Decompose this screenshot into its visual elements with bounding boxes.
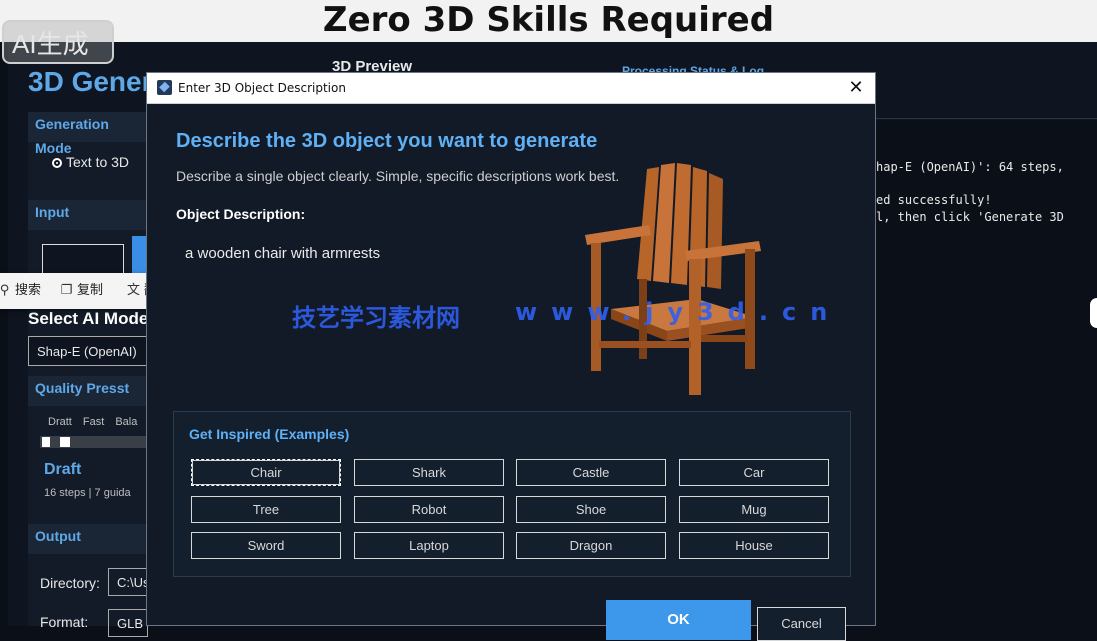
format-label: Format: xyxy=(40,614,89,630)
input-header: Input xyxy=(28,200,148,230)
dialog-heading: Describe the 3D object you want to gener… xyxy=(176,130,598,152)
example-laptop-button[interactable]: Laptop xyxy=(354,532,504,559)
object-description-label: Object Description: xyxy=(176,206,306,222)
app-title: 3D Gener xyxy=(28,66,153,97)
wooden-chair-image xyxy=(585,163,761,395)
example-sword-button[interactable]: Sword xyxy=(191,532,341,559)
example-house-button[interactable]: House xyxy=(679,532,829,559)
quality-header: Quality Presst xyxy=(28,376,148,406)
dialog-title: Enter 3D Object Description xyxy=(178,81,346,95)
examples-panel: Get Inspired (Examples) Chair Shark Cast… xyxy=(173,411,851,577)
format-select[interactable]: GLB ( xyxy=(108,609,148,637)
context-item-search[interactable]: ⚲ 搜索 xyxy=(0,273,41,309)
select-model-label: Select AI Mode xyxy=(28,309,149,328)
example-car-button[interactable]: Car xyxy=(679,459,829,486)
example-castle-button[interactable]: Castle xyxy=(516,459,666,486)
dialog-subtitle: Describe a single object clearly. Simple… xyxy=(176,168,620,184)
translate-icon: 文 xyxy=(126,283,140,298)
log-line: hap-E (OpenAI)': 64 steps, xyxy=(876,160,1064,174)
directory-input[interactable]: C:\Us xyxy=(108,568,148,596)
log-line: ed successfully! xyxy=(876,193,992,207)
search-icon: ⚲ xyxy=(0,283,10,298)
generation-mode-header: Generation Mode xyxy=(28,112,148,156)
example-chair-button[interactable]: Chair xyxy=(191,459,341,486)
example-shoe-button[interactable]: Shoe xyxy=(516,496,666,523)
radio-text-to-3d[interactable]: Text to 3D xyxy=(52,154,129,170)
example-robot-button[interactable]: Robot xyxy=(354,496,504,523)
close-icon[interactable]: ✕ xyxy=(845,77,867,99)
example-dragon-button[interactable]: Dragon xyxy=(516,532,666,559)
radio-selected-icon[interactable] xyxy=(52,158,62,168)
quality-slider[interactable] xyxy=(40,436,148,448)
app-icon xyxy=(157,80,172,95)
model-select[interactable]: Shap-E (OpenAI) xyxy=(28,336,148,366)
ok-button[interactable]: OK xyxy=(606,600,751,640)
log-line: l, then click 'Generate 3D xyxy=(876,210,1064,224)
copy-icon: ❐ xyxy=(60,283,73,298)
quality-selected: Draft xyxy=(44,461,82,478)
watermark-url: www.jy3d.cn xyxy=(515,298,842,326)
object-description-input[interactable]: a wooden chair with armrests xyxy=(176,234,546,274)
slider-tick xyxy=(42,437,50,447)
radio-label: Text to 3D xyxy=(66,154,130,170)
directory-label: Directory: xyxy=(40,575,100,591)
output-header: Output xyxy=(28,524,148,554)
scroll-handle[interactable] xyxy=(1090,298,1097,328)
quality-preset-labels: Dratt Fast Bala xyxy=(48,416,138,428)
dialog-titlebar[interactable]: Enter 3D Object Description ✕ xyxy=(147,73,875,104)
watermark-text: 技艺学习素材网 xyxy=(292,304,460,332)
context-item-copy[interactable]: ❐ 复制 xyxy=(59,273,103,309)
example-shark-button[interactable]: Shark xyxy=(354,459,504,486)
banner-title: Zero 3D Skills Required xyxy=(322,0,775,40)
example-tree-button[interactable]: Tree xyxy=(191,496,341,523)
cancel-button[interactable]: Cancel xyxy=(757,607,846,641)
example-mug-button[interactable]: Mug xyxy=(679,496,829,523)
ai-generated-badge: AI生成 xyxy=(2,20,114,64)
examples-title: Get Inspired (Examples) xyxy=(189,426,350,442)
slider-thumb[interactable] xyxy=(60,437,70,447)
log-header-bar xyxy=(876,94,1097,119)
quality-detail: 16 steps | 7 guida xyxy=(44,487,131,499)
description-dialog: Enter 3D Object Description ✕ Describe t… xyxy=(146,72,876,641)
